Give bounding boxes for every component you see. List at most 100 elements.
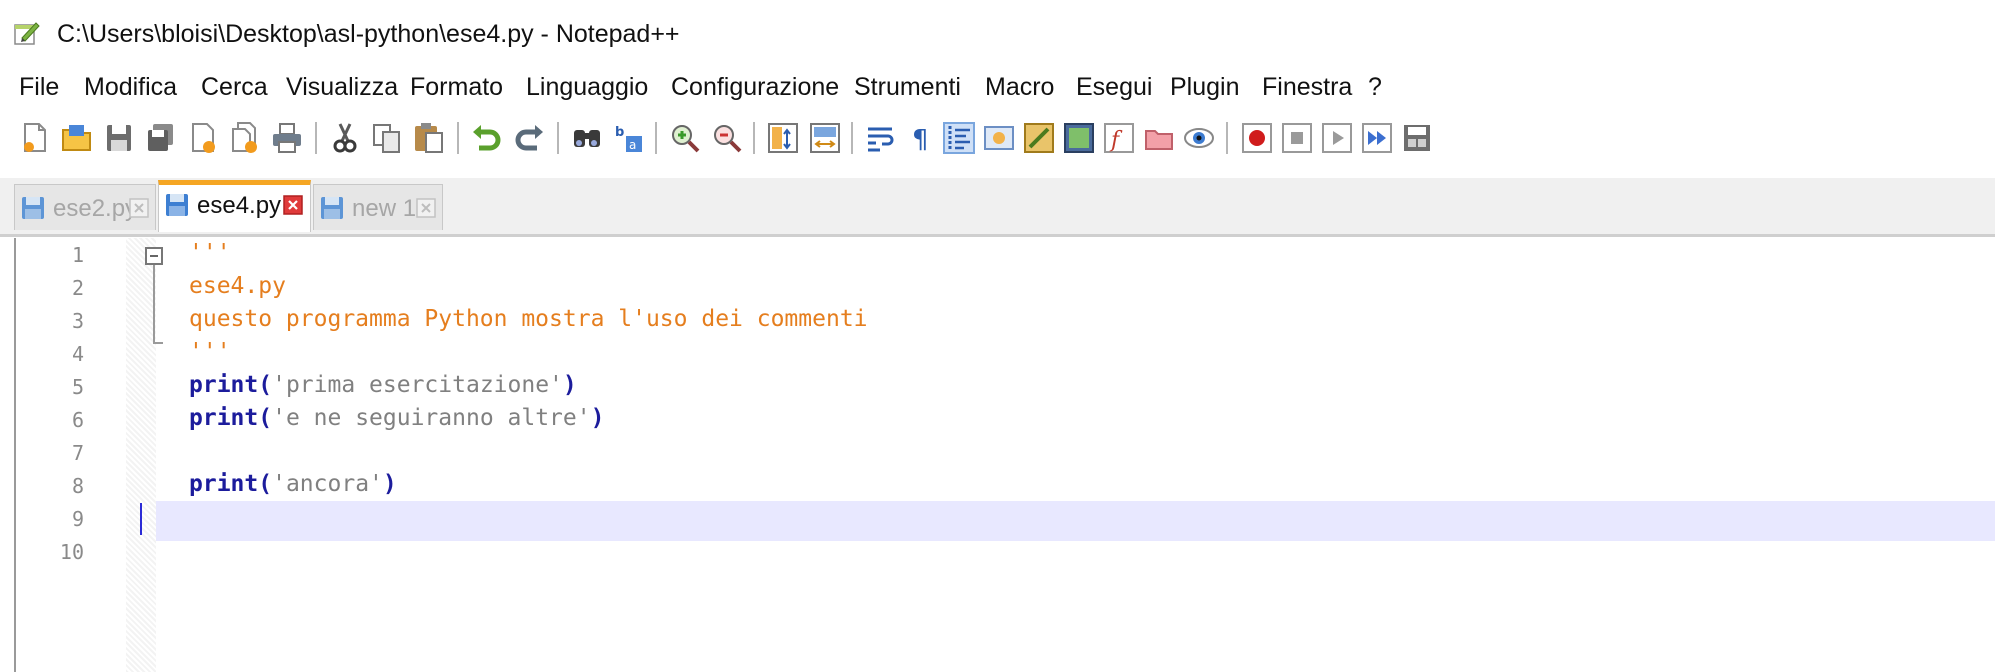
open-file-icon[interactable] bbox=[60, 121, 94, 155]
line-number: 10 bbox=[59, 540, 84, 564]
close-all-icon[interactable] bbox=[228, 121, 262, 155]
zoom-out-icon[interactable] bbox=[710, 121, 744, 155]
code-token: ( bbox=[258, 471, 273, 497]
word-wrap-icon[interactable] bbox=[864, 121, 898, 155]
toolbar: ba ¶ f bbox=[0, 116, 1995, 174]
menu-macro[interactable]: Macro bbox=[985, 73, 1054, 102]
toolbar-separator bbox=[753, 122, 755, 154]
paste-icon[interactable] bbox=[412, 121, 446, 155]
macro-stop-icon[interactable] bbox=[1280, 121, 1314, 155]
svg-text:¶: ¶ bbox=[912, 125, 929, 155]
macro-save-icon[interactable] bbox=[1400, 121, 1434, 155]
saved-file-icon bbox=[166, 194, 188, 216]
monitoring-icon[interactable] bbox=[1142, 121, 1176, 155]
code-token: ) bbox=[590, 405, 605, 431]
tab-label: ese4.py bbox=[197, 192, 282, 219]
code-text: print('prima esercitazione') bbox=[189, 372, 577, 398]
saved-file-icon bbox=[22, 197, 44, 219]
code-text: print('ancora') bbox=[189, 471, 397, 497]
code-token: ese4.py bbox=[189, 273, 286, 299]
sync-vertical-icon[interactable] bbox=[766, 121, 800, 155]
code-text: questo programma Python mostra l'uso dei… bbox=[189, 306, 868, 332]
function-list-icon[interactable] bbox=[1062, 121, 1096, 155]
text-caret bbox=[140, 503, 142, 535]
code-token: questo programma Python mostra l'uso dei… bbox=[189, 306, 868, 332]
menu-linguaggio[interactable]: Linguaggio bbox=[526, 73, 648, 102]
tab-close-icon[interactable] bbox=[129, 198, 149, 218]
code-text: ''' bbox=[189, 240, 231, 266]
tab-label: ese2.py bbox=[53, 195, 138, 222]
code-token: 'prima esercitazione' bbox=[272, 372, 563, 398]
menu-plugin[interactable]: Plugin bbox=[1170, 73, 1240, 102]
zoom-in-icon[interactable] bbox=[668, 121, 702, 155]
menu-finestra[interactable]: Finestra bbox=[1262, 73, 1352, 102]
notepad-plus-plus-icon bbox=[14, 22, 40, 45]
code-area[interactable]: ''' ese4.py questo programma Python mostra… bbox=[140, 238, 1995, 672]
eye-icon[interactable] bbox=[1182, 121, 1216, 155]
sync-horizontal-icon[interactable] bbox=[808, 121, 842, 155]
code-token: print bbox=[189, 372, 259, 398]
line-number: 9 bbox=[71, 507, 84, 531]
tab-ese2-py[interactable]: ese2.py bbox=[14, 184, 156, 230]
find-icon[interactable] bbox=[570, 121, 604, 155]
code-text: ese4.py bbox=[189, 273, 286, 299]
line-number: 4 bbox=[71, 342, 84, 366]
code-editor[interactable]: 1 2 3 4 5 6 7 8 9 10 ''' ese4.py questo pr… bbox=[14, 238, 1995, 672]
macro-play-multiple-icon[interactable] bbox=[1360, 121, 1394, 155]
user-language-icon[interactable] bbox=[982, 121, 1016, 155]
code-text: print('e ne seguiranno altre') bbox=[189, 405, 604, 431]
cut-icon[interactable] bbox=[328, 121, 362, 155]
menu-esegui[interactable]: Esegui bbox=[1076, 73, 1152, 102]
undo-icon[interactable] bbox=[470, 121, 504, 155]
save-all-icon[interactable] bbox=[144, 121, 178, 155]
menu-configurazione[interactable]: Configurazione bbox=[671, 73, 839, 102]
toolbar-separator bbox=[457, 122, 459, 154]
toolbar-separator bbox=[851, 122, 853, 154]
code-token: 'ancora' bbox=[272, 471, 383, 497]
code-token: ''' bbox=[189, 339, 231, 365]
toolbar-separator bbox=[1226, 122, 1228, 154]
code-token: 'e ne seguiranno altre' bbox=[272, 405, 591, 431]
menu-visualizza[interactable]: Visualizza bbox=[286, 73, 398, 102]
folder-as-workspace-icon[interactable]: f bbox=[1102, 121, 1136, 155]
line-number: 3 bbox=[71, 309, 84, 333]
line-number-gutter: 1 2 3 4 5 6 7 8 9 10 bbox=[16, 238, 126, 672]
macro-record-icon[interactable] bbox=[1240, 121, 1274, 155]
code-token: ( bbox=[258, 372, 273, 398]
code-text: ''' bbox=[189, 339, 231, 365]
tab-ese4-py[interactable]: ese4.py bbox=[158, 180, 311, 232]
line-number: 8 bbox=[71, 474, 84, 498]
print-icon[interactable] bbox=[270, 121, 304, 155]
code-token: ( bbox=[258, 405, 273, 431]
tab-label: new 1 bbox=[352, 195, 417, 222]
copy-icon[interactable] bbox=[370, 121, 404, 155]
menu-bar: File Modifica Cerca Visualizza Formato L… bbox=[0, 67, 1995, 112]
tab-close-icon[interactable] bbox=[283, 195, 303, 215]
menu-cerca[interactable]: Cerca bbox=[201, 73, 268, 102]
menu-file[interactable]: File bbox=[19, 73, 59, 102]
code-token: print bbox=[189, 405, 259, 431]
code-line[interactable] bbox=[156, 537, 1995, 577]
tab-new-1[interactable]: new 1 bbox=[313, 184, 443, 230]
document-map-icon[interactable] bbox=[1022, 121, 1056, 155]
tab-close-icon[interactable] bbox=[416, 198, 436, 218]
show-all-characters-icon[interactable]: ¶ bbox=[904, 121, 938, 155]
save-icon[interactable] bbox=[102, 121, 136, 155]
toolbar-separator bbox=[655, 122, 657, 154]
fold-guide-line bbox=[153, 265, 155, 343]
close-icon[interactable] bbox=[186, 121, 220, 155]
macro-play-icon[interactable] bbox=[1320, 121, 1354, 155]
menu-strumenti[interactable]: Strumenti bbox=[854, 73, 961, 102]
line-number: 6 bbox=[71, 408, 84, 432]
menu-formato[interactable]: Formato bbox=[410, 73, 503, 102]
replace-icon[interactable]: ba bbox=[612, 121, 646, 155]
window-title: C:\Users\bloisi\Desktop\asl-python\ese4.… bbox=[57, 20, 680, 48]
svg-text:a: a bbox=[629, 138, 636, 152]
indent-guide-icon[interactable] bbox=[942, 121, 976, 155]
new-file-icon[interactable] bbox=[18, 121, 52, 155]
menu-modifica[interactable]: Modifica bbox=[84, 73, 177, 102]
code-token: ''' bbox=[189, 240, 231, 266]
line-number: 7 bbox=[71, 441, 84, 465]
menu-help[interactable]: ? bbox=[1368, 73, 1382, 102]
redo-icon[interactable] bbox=[512, 121, 546, 155]
